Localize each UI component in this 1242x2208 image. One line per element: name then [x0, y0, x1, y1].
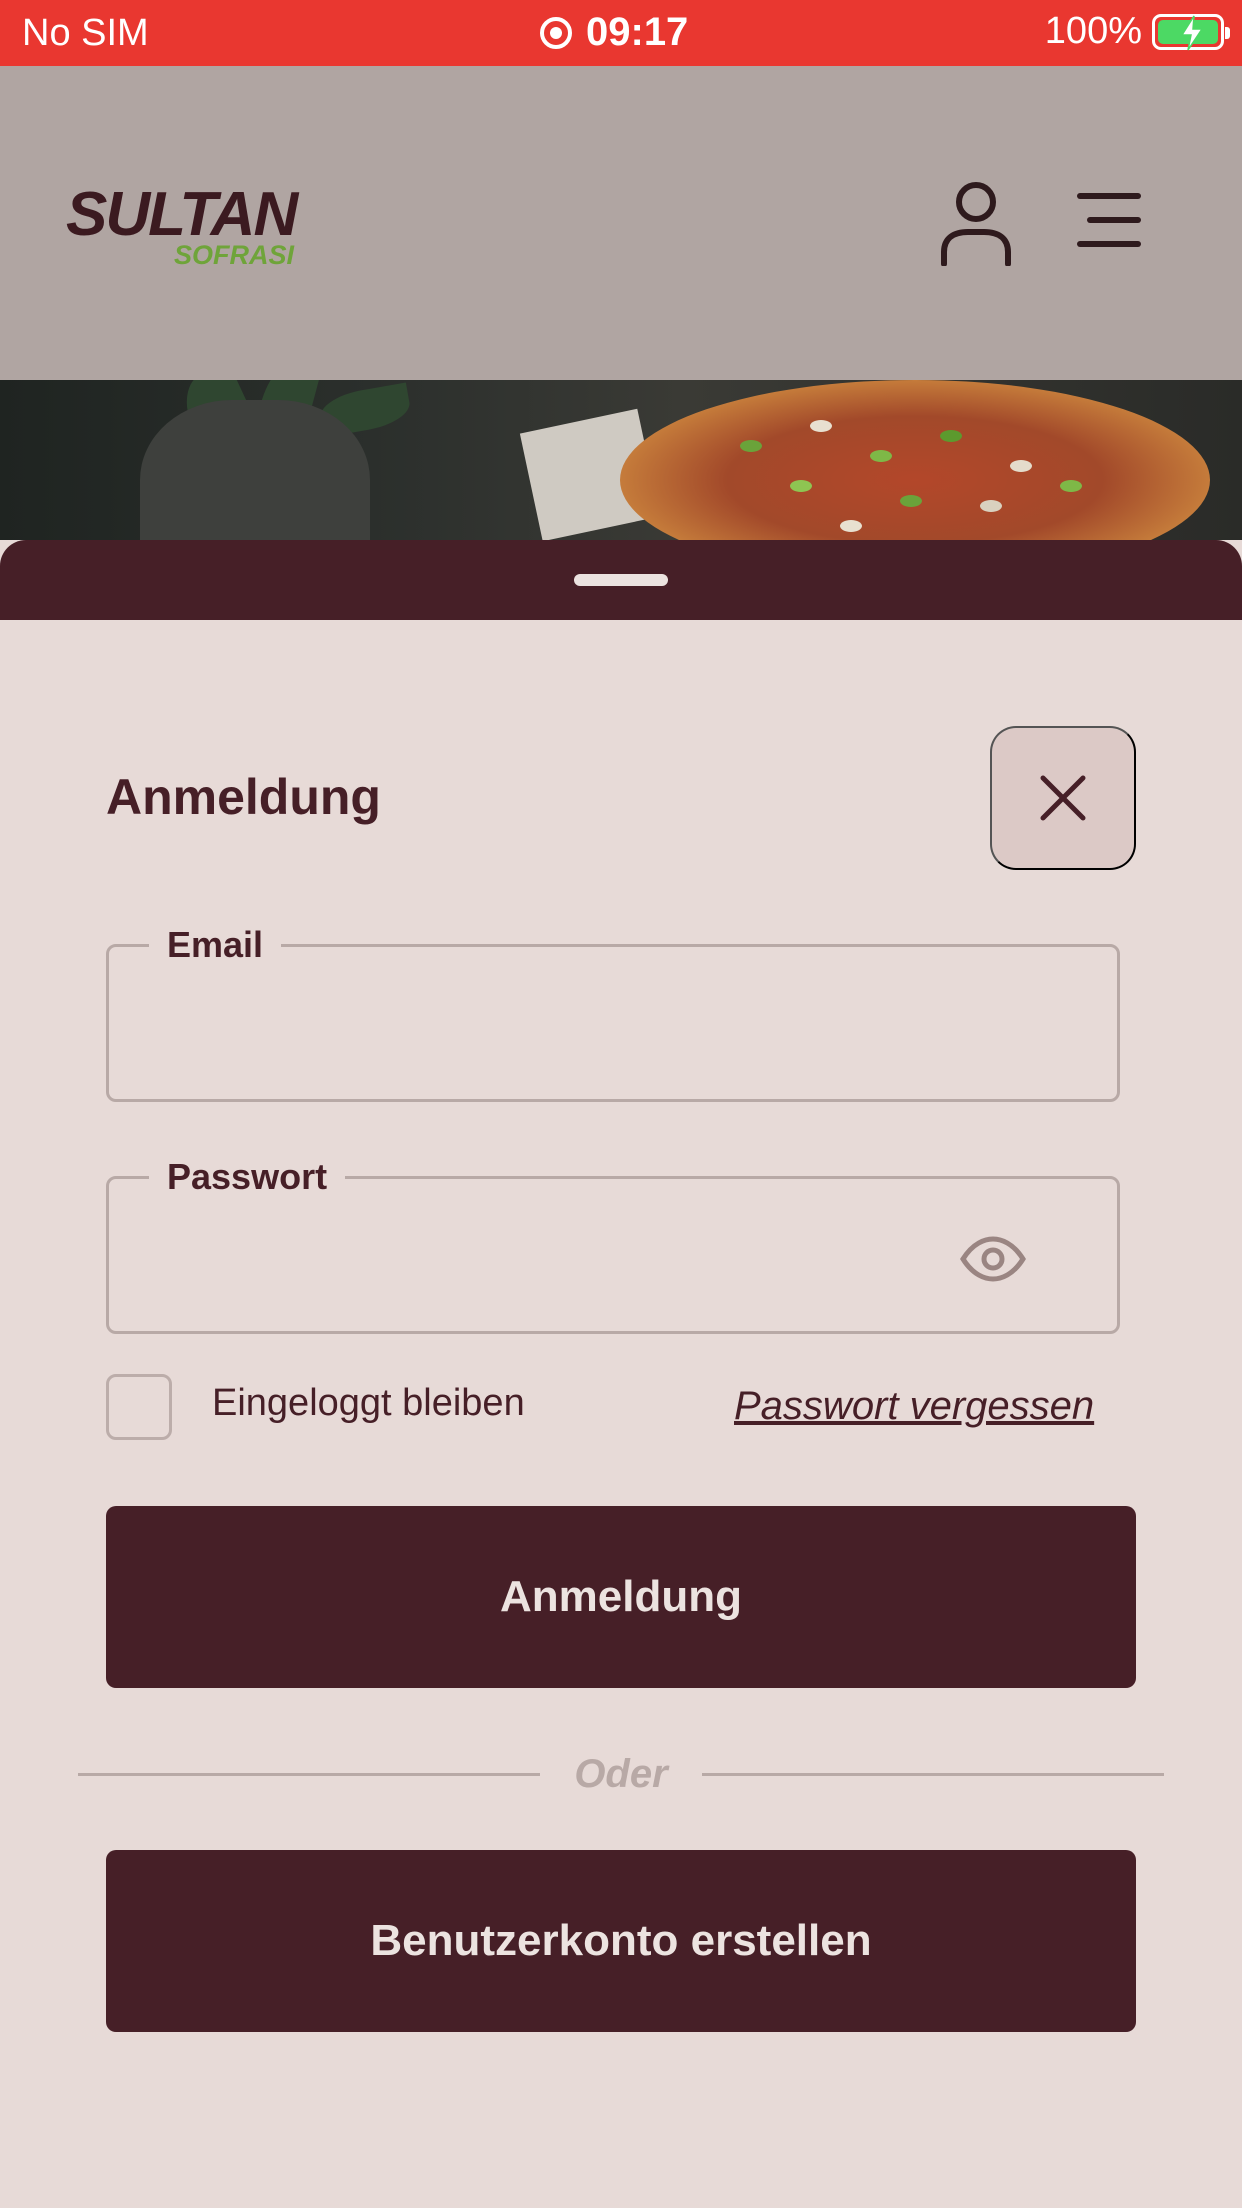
user-icon[interactable]: [938, 180, 1014, 266]
sheet-grabber-handle[interactable]: [574, 574, 668, 586]
login-title: Anmeldung: [106, 769, 381, 825]
remember-me-label[interactable]: Eingeloggt bleiben: [212, 1382, 525, 1425]
status-center: 09:17: [540, 10, 688, 55]
password-label: Passwort: [149, 1153, 346, 1201]
sultan-sofrasi-logo[interactable]: SULTAN SOFRASI: [66, 184, 306, 284]
hero-food-image: [0, 380, 1242, 540]
status-bar: No SIM 09:17 100%: [0, 0, 1242, 66]
password-field: Passwort: [106, 1153, 1120, 1334]
create-account-button[interactable]: Benutzerkonto erstellen: [106, 1850, 1136, 2032]
hamburger-menu-icon[interactable]: [1076, 190, 1142, 250]
email-field: Email: [106, 921, 1120, 1102]
divider-right: [702, 1773, 1164, 1776]
logo-sub-text: SOFRASI: [174, 240, 295, 270]
close-button[interactable]: [990, 726, 1136, 870]
close-icon: [1040, 775, 1086, 821]
email-label: Email: [149, 921, 282, 969]
screen-recording-icon: [540, 16, 572, 49]
password-input[interactable]: [145, 1219, 965, 1299]
status-time: 09:17: [586, 10, 689, 54]
app-header: SULTAN SOFRASI: [0, 66, 1242, 380]
battery-charging-icon: [1152, 13, 1230, 50]
divider-left: [78, 1773, 540, 1776]
remember-me-checkbox[interactable]: [106, 1374, 172, 1440]
eye-icon[interactable]: [959, 1235, 1027, 1283]
login-button[interactable]: Anmeldung: [106, 1506, 1136, 1688]
email-input[interactable]: [145, 987, 965, 1067]
logo-main-text: SULTAN: [66, 180, 298, 249]
divider-text: Oder: [574, 1752, 668, 1796]
status-right: 100%: [1044, 10, 1230, 53]
carrier-label: No SIM: [22, 12, 149, 54]
forgot-password-link[interactable]: Passwort vergessen: [734, 1384, 1094, 1429]
battery-percentage: 100%: [1044, 10, 1142, 52]
